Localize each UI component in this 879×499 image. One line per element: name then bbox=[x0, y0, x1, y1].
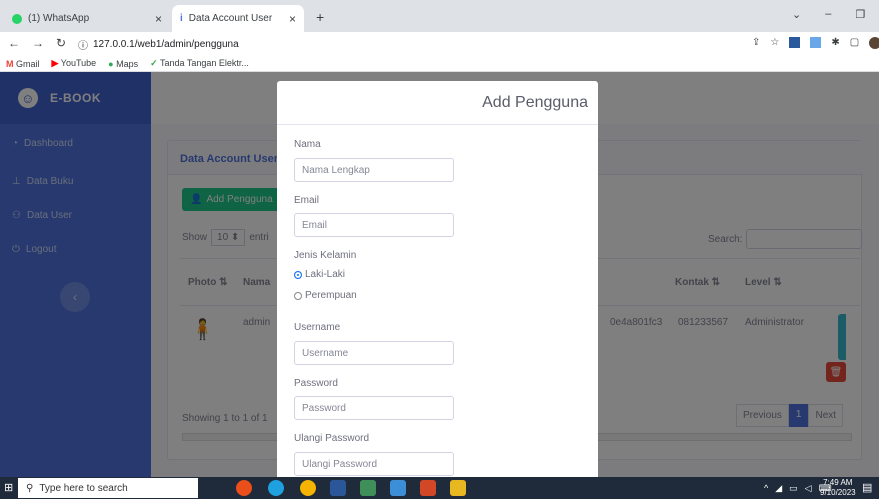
modal-title: Add Pengguna bbox=[482, 94, 588, 111]
star-icon[interactable]: ☆ bbox=[770, 37, 779, 49]
gender-option-perempuan[interactable]: Perempuan bbox=[294, 290, 357, 301]
clock[interactable]: 7:49 AM 9/10/2023 bbox=[820, 478, 856, 498]
bookmark-gmail[interactable]: M Gmail bbox=[6, 59, 40, 69]
nama-label: Nama bbox=[294, 139, 321, 150]
bookmark-maps[interactable]: ● Maps bbox=[108, 59, 138, 69]
chrome-icon[interactable] bbox=[300, 480, 316, 496]
battery-icon[interactable]: ▭ bbox=[789, 483, 798, 494]
username-field[interactable] bbox=[294, 341, 454, 365]
bookmark-tanda-tangan[interactable]: ✓ Tanda Tangan Elektr... bbox=[150, 58, 249, 69]
notification-icon[interactable]: ▤ bbox=[862, 481, 872, 494]
close-tab-icon[interactable]: × bbox=[289, 12, 296, 26]
tab-whatsapp[interactable]: (1) WhatsApp × bbox=[4, 5, 170, 32]
edge-icon[interactable] bbox=[268, 480, 284, 496]
page-favicon-icon: i bbox=[180, 13, 183, 24]
new-tab-button[interactable]: + bbox=[316, 9, 324, 25]
modal-header: Add Pengguna bbox=[277, 81, 598, 125]
repassword-field[interactable] bbox=[294, 452, 454, 476]
tray-arrow-icon[interactable]: ^ bbox=[764, 483, 768, 494]
sidepanel-icon[interactable]: ▢ bbox=[850, 37, 859, 49]
store-icon[interactable] bbox=[390, 480, 406, 496]
whatsapp-icon bbox=[12, 13, 22, 24]
address-bar-row: ← → ↻ ⓘ 127.0.0.1/web1/admin/pengguna ⇪ … bbox=[0, 32, 879, 56]
email-label: Email bbox=[294, 195, 320, 206]
back-icon[interactable]: ← bbox=[8, 36, 20, 50]
repassword-label: Ulangi Password bbox=[294, 433, 370, 444]
app-icon[interactable] bbox=[360, 480, 376, 496]
powerpoint-icon[interactable] bbox=[420, 480, 436, 496]
password-field[interactable] bbox=[294, 396, 454, 420]
windows-start-icon[interactable]: ⊞ bbox=[4, 481, 13, 494]
tab-data-account-user[interactable]: i Data Account User × bbox=[172, 5, 304, 32]
tab-title: (1) WhatsApp bbox=[28, 13, 90, 24]
close-tab-icon[interactable]: × bbox=[155, 12, 162, 26]
taskbar-search[interactable]: ⚲ Type here to search bbox=[18, 478, 198, 498]
maximize-icon[interactable]: ❐ bbox=[855, 8, 865, 21]
bookmarks-bar: M Gmail ▶ YouTube ● Maps ✓ Tanda Tangan … bbox=[0, 56, 879, 72]
add-user-modal: Add Pengguna Nama Email Jenis Kelamin La… bbox=[277, 81, 598, 477]
username-label: Username bbox=[294, 322, 341, 333]
minimize-icon[interactable]: – bbox=[825, 8, 831, 21]
url-field[interactable]: ⓘ 127.0.0.1/web1/admin/pengguna bbox=[78, 36, 808, 53]
radio-unchecked-icon bbox=[294, 291, 302, 300]
tab-search-icon[interactable]: ⌄ bbox=[792, 8, 801, 21]
taskbar: ⊞ ⚲ Type here to search ^ ◢ ▭ ◁ ⌨ 7:49 A… bbox=[0, 477, 879, 499]
network-icon[interactable]: ◢ bbox=[775, 483, 782, 494]
gender-option-laki-laki[interactable]: Laki-Laki bbox=[294, 269, 345, 280]
volume-icon[interactable]: ◁ bbox=[805, 483, 812, 494]
info-icon: ⓘ bbox=[78, 41, 88, 52]
extension-icon[interactable] bbox=[810, 37, 822, 48]
extension-icon[interactable] bbox=[789, 37, 801, 48]
sublime-icon[interactable] bbox=[450, 480, 466, 496]
word-icon[interactable] bbox=[330, 480, 346, 496]
browser-tab-bar: (1) WhatsApp × i Data Account User × + ⌄… bbox=[0, 0, 879, 32]
gender-label: Jenis Kelamin bbox=[294, 250, 357, 261]
reload-icon[interactable]: ↻ bbox=[56, 36, 66, 50]
tab-title: Data Account User bbox=[188, 13, 273, 24]
bookmark-youtube[interactable]: ▶ YouTube bbox=[52, 58, 97, 69]
email-field[interactable] bbox=[294, 213, 454, 237]
password-label: Password bbox=[294, 378, 338, 389]
radio-checked-icon bbox=[294, 270, 302, 279]
puzzle-icon[interactable]: ✱ bbox=[831, 37, 839, 49]
nama-field[interactable] bbox=[294, 158, 454, 182]
share-icon[interactable]: ⇪ bbox=[752, 37, 760, 49]
profile-icon[interactable] bbox=[869, 37, 879, 49]
search-icon: ⚲ bbox=[26, 482, 34, 494]
opera-icon[interactable] bbox=[236, 480, 252, 496]
forward-icon[interactable]: → bbox=[32, 36, 44, 50]
